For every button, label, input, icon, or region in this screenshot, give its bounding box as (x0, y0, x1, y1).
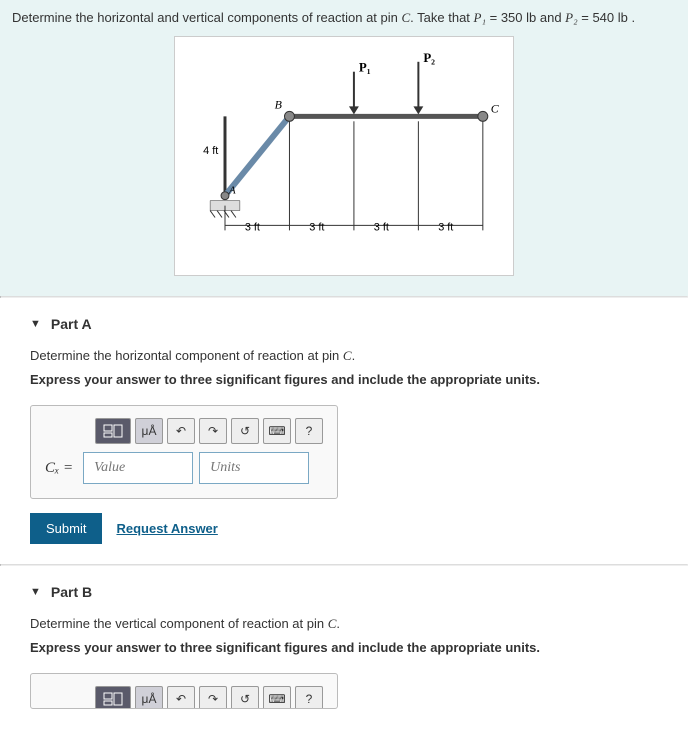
redo-button[interactable]: ↷ (199, 686, 227, 709)
part-a-question: Determine the horizontal component of re… (30, 348, 658, 364)
caret-down-icon: ▼ (30, 586, 41, 598)
toolbar: μÅ ↶ ↷ ↺ ⌨ ? (95, 686, 323, 709)
p2-label: P₂ (423, 51, 435, 65)
text: . (352, 348, 356, 363)
problem-statement: Determine the horizontal and vertical co… (12, 10, 676, 26)
diagram: P₁ P₂ B C A 4 ft 3 ft 3 ft 3 ft 3 ft (174, 36, 514, 276)
part-b-header[interactable]: ▼ Part B (30, 584, 658, 600)
caret-down-icon: ▼ (30, 318, 41, 330)
dim1: 3 ft (245, 221, 260, 233)
text: Determine the vertical component of reac… (30, 616, 328, 631)
part-a-instruction: Express your answer to three significant… (30, 372, 658, 387)
text: . (336, 616, 340, 631)
dim3: 3 ft (374, 221, 389, 233)
pin-var: C (402, 10, 411, 25)
answer-box-b: μÅ ↶ ↷ ↺ ⌨ ? (30, 673, 338, 709)
pin: C (343, 348, 352, 363)
part-b-title: Part B (51, 584, 92, 600)
answer-box: μÅ ↶ ↷ ↺ ⌨ ? Cₓ = (30, 405, 338, 499)
help-button[interactable]: ? (295, 686, 323, 709)
part-a-title: Part A (51, 316, 92, 332)
keyboard-button[interactable]: ⌨ (263, 686, 291, 709)
button-row: Submit Request Answer (30, 513, 658, 544)
units-button[interactable]: μÅ (135, 686, 163, 709)
p1-var: P₁ (474, 10, 486, 25)
text: Determine the horizontal component of re… (30, 348, 343, 363)
template-button[interactable] (95, 686, 131, 709)
part-b-instruction: Express your answer to three significant… (30, 640, 658, 655)
submit-button[interactable]: Submit (30, 513, 102, 544)
text: and (536, 10, 565, 25)
units-input[interactable] (199, 452, 309, 484)
answer-row: Cₓ = (45, 452, 323, 484)
problem-header: Determine the horizontal and vertical co… (0, 0, 688, 296)
undo-button[interactable]: ↶ (167, 686, 195, 709)
part-b-question: Determine the vertical component of reac… (30, 616, 658, 632)
height-label: 4 ft (203, 145, 218, 157)
undo-button[interactable]: ↶ (167, 418, 195, 444)
redo-button[interactable]: ↷ (199, 418, 227, 444)
units-button[interactable]: μÅ (135, 418, 163, 444)
variable-label: Cₓ = (45, 460, 73, 477)
part-b-section: ▼ Part B Determine the vertical componen… (0, 566, 688, 732)
p1-label: P₁ (359, 61, 371, 75)
c-label: C (491, 101, 500, 115)
p1-val: = 350 lb (486, 10, 536, 25)
reset-button[interactable]: ↺ (231, 686, 259, 709)
b-label: B (275, 97, 282, 111)
dim2: 3 ft (309, 221, 324, 233)
value-input[interactable] (83, 452, 193, 484)
reset-button[interactable]: ↺ (231, 418, 259, 444)
part-a-header[interactable]: ▼ Part A (30, 316, 658, 332)
part-a-section: ▼ Part A Determine the horizontal compon… (0, 298, 688, 564)
template-button[interactable] (95, 418, 131, 444)
a-label: A (228, 185, 236, 197)
help-button[interactable]: ? (295, 418, 323, 444)
toolbar: μÅ ↶ ↷ ↺ ⌨ ? (95, 418, 323, 444)
text: Determine the horizontal and vertical co… (12, 10, 402, 25)
p2-var: P₂ (565, 10, 577, 25)
text: . Take that (410, 10, 473, 25)
keyboard-button[interactable]: ⌨ (263, 418, 291, 444)
dim4: 3 ft (438, 221, 453, 233)
request-answer-link[interactable]: Request Answer (116, 521, 217, 536)
p2-val: = 540 lb . (578, 10, 635, 25)
